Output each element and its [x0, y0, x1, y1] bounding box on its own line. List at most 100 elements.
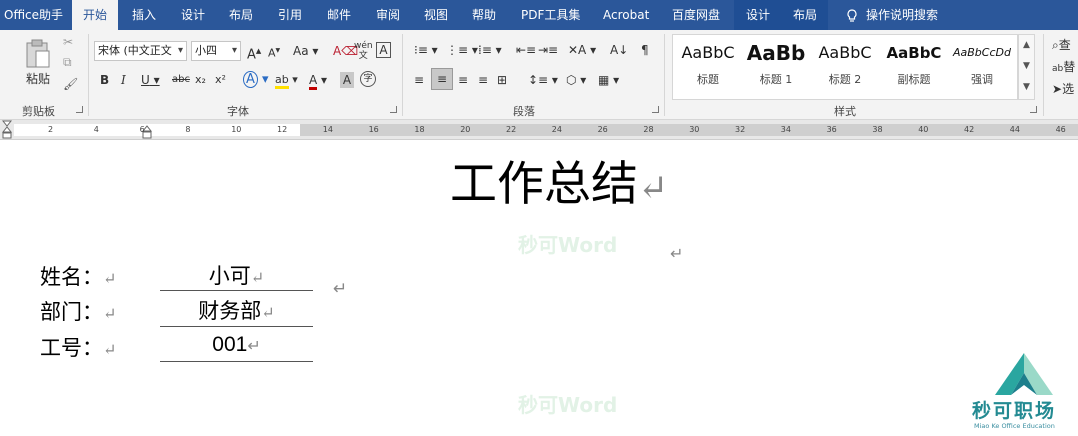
chevron-down-icon[interactable]: ▼	[1019, 56, 1034, 77]
increase-indent-icon[interactable]: ⇥≡	[538, 42, 558, 58]
font-dialog-launcher[interactable]	[390, 106, 397, 113]
ruler-number: 28	[643, 125, 654, 134]
text-effects-icon[interactable]: A ▾	[243, 71, 269, 88]
show-formatting-icon[interactable]: ¶	[641, 42, 649, 58]
paragraph-dialog-launcher[interactable]	[652, 106, 659, 113]
document-page[interactable]: 工作总结↵ 秒可Word ↵ 姓名：↵ 小可↵ ↵ 部门：↵ 财务部↵ 工号：↵…	[0, 141, 1078, 436]
select-button[interactable]: ➤选	[1052, 81, 1074, 97]
chevron-up-icon[interactable]: ▲	[1019, 35, 1034, 56]
paint-bucket-icon[interactable]: ⬡ ▾	[566, 72, 586, 88]
numbering-icon[interactable]: ⋮≡ ▾	[446, 42, 478, 58]
field-value[interactable]: 001↵	[160, 333, 313, 357]
tab-baidu-netdisk[interactable]: 百度网盘	[672, 0, 720, 30]
style-subtitle[interactable]: AaBbC 副标题	[880, 35, 948, 98]
align-right-icon[interactable]: ≡	[458, 72, 468, 88]
style-name: 标题 1	[759, 73, 793, 86]
more-styles-icon[interactable]: ▼	[1019, 77, 1034, 98]
font-color-icon[interactable]: A ▾	[309, 72, 327, 90]
ruler-number: 42	[964, 125, 975, 134]
enclose-characters-icon[interactable]: 字	[360, 71, 376, 87]
style-title[interactable]: AaBbC 标题	[674, 35, 742, 98]
font-name-value: 宋体 (中文正文	[98, 44, 172, 57]
tab-pdf-tools[interactable]: PDF工具集	[521, 0, 580, 30]
tab-home[interactable]: 开始	[72, 0, 118, 30]
styles-scroll[interactable]: ▲ ▼ ▼	[1018, 34, 1035, 100]
highlight-color-icon[interactable]: ab ▾	[275, 72, 298, 89]
distributed-icon[interactable]: ⊞	[497, 72, 507, 88]
line-spacing-icon[interactable]: ↕≡ ▾	[528, 72, 558, 88]
tab-design[interactable]: 设计	[181, 0, 205, 30]
sort-icon[interactable]: A↓	[610, 42, 628, 58]
tab-office-helper[interactable]: Office助手	[0, 0, 65, 30]
change-case-icon[interactable]: Aa ▾	[293, 43, 318, 59]
style-heading-1[interactable]: AaBb 标题 1	[742, 35, 810, 98]
lightbulb-icon	[847, 8, 857, 22]
justify-icon[interactable]: ≡	[478, 72, 488, 88]
shrink-font-icon[interactable]: A▼	[268, 43, 280, 62]
style-emphasis[interactable]: AaBbCcDd 强调	[948, 35, 1016, 98]
strikethrough-button[interactable]: abc	[172, 72, 190, 88]
field-value[interactable]: 小可↵	[160, 260, 313, 290]
watermark-text: 秒可Word	[518, 393, 618, 417]
style-preview: AaBbC	[886, 44, 942, 62]
indent-marker-icon[interactable]	[2, 120, 14, 140]
borders-icon[interactable]: ▦ ▾	[598, 72, 619, 88]
character-border-icon[interactable]: A	[376, 42, 391, 58]
ruler-number: 18	[414, 125, 425, 134]
field-value[interactable]: 财务部↵	[160, 295, 313, 325]
paste-button[interactable]	[24, 38, 54, 70]
ruler-number: 10	[231, 125, 242, 134]
font-group-label: 字体	[227, 105, 249, 118]
group-separator	[1043, 34, 1044, 116]
miaoke-logo-icon	[995, 353, 1053, 395]
styles-dialog-launcher[interactable]	[1030, 106, 1037, 113]
copy-icon[interactable]: ⧉	[63, 54, 72, 70]
character-shading-icon[interactable]: A	[340, 72, 354, 88]
ruler-number: 20	[460, 125, 471, 134]
clipboard-dialog-launcher[interactable]	[76, 106, 83, 113]
grow-font-icon[interactable]: A▲	[247, 43, 261, 63]
field-underline	[160, 361, 313, 362]
chinese-layout-icon[interactable]: ✕A ▾	[568, 42, 596, 58]
horizontal-ruler[interactable]: 2 4 6 8 10 12 14 16 18 20 22 24 26 28 30 32 34 36 38 40 42 44…	[0, 120, 1078, 140]
tab-table-layout[interactable]: 布局	[782, 0, 828, 30]
bold-button[interactable]: B	[100, 72, 109, 88]
tab-acrobat[interactable]: Acrobat	[603, 0, 649, 30]
decrease-indent-icon[interactable]: ⇤≡	[516, 42, 536, 58]
style-preview: AaBb	[746, 41, 806, 65]
font-name-select[interactable]: 宋体 (中文正文 ▾	[94, 41, 187, 61]
style-name: 标题	[697, 73, 719, 86]
ruler-number: 36	[826, 125, 837, 134]
search-icon: ⌕	[1052, 38, 1059, 52]
tab-review[interactable]: 审阅	[376, 0, 400, 30]
replace-button[interactable]: ab替	[1052, 59, 1075, 77]
format-painter-icon[interactable]: 🖌	[63, 76, 78, 92]
subscript-button[interactable]: x₂	[195, 72, 206, 88]
bullets-icon[interactable]: ⁝≡ ▾	[414, 42, 438, 58]
replace-icon: ab	[1052, 64, 1064, 74]
pinyin-guide-icon[interactable]: wén 文	[354, 41, 373, 61]
cut-icon[interactable]: ✂	[63, 34, 73, 50]
ruler-text-area	[14, 124, 300, 136]
tab-mailings[interactable]: 邮件	[327, 0, 351, 30]
ruler-number: 14	[322, 125, 333, 134]
style-heading-2[interactable]: AaBbC 标题 2	[811, 35, 879, 98]
tab-references[interactable]: 引用	[278, 0, 302, 30]
find-button[interactable]: ⌕查	[1052, 37, 1071, 53]
align-center-icon[interactable]: ≡	[431, 68, 453, 90]
italic-button[interactable]: I	[121, 72, 126, 88]
tab-table-design[interactable]: 设计	[734, 0, 782, 30]
tell-me-search[interactable]: 操作说明搜索	[846, 0, 938, 30]
superscript-button[interactable]: x²	[215, 72, 226, 88]
multilevel-list-icon[interactable]: ⁞≡ ▾	[478, 42, 502, 58]
ribbon-home: 粘贴 ✂ ⧉ 🖌 剪贴板 宋体 (中文正文 ▾ 小四 ▾ A▲ A▼ Aa ▾ A⌫…	[0, 30, 1078, 120]
align-left-icon[interactable]: ≡	[414, 72, 424, 88]
underline-button[interactable]: U ▾	[141, 72, 160, 88]
group-separator	[402, 34, 403, 116]
tab-help[interactable]: 帮助	[472, 0, 496, 30]
tab-insert[interactable]: 插入	[132, 0, 156, 30]
font-size-select[interactable]: 小四 ▾	[191, 41, 241, 61]
field-label: 工号：↵	[40, 336, 117, 360]
tab-view[interactable]: 视图	[424, 0, 448, 30]
tab-layout[interactable]: 布局	[229, 0, 253, 30]
